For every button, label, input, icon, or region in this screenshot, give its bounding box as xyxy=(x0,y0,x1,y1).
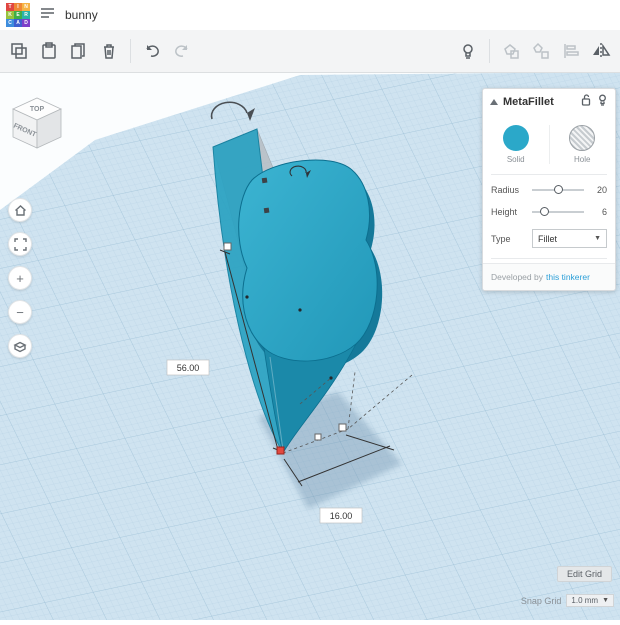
tinkercad-logo[interactable]: TIN KER CAD xyxy=(6,3,30,27)
radius-slider[interactable] xyxy=(532,185,584,194)
collapse-panel-icon[interactable] xyxy=(490,99,498,105)
solid-hole-selector: Solid Hole xyxy=(483,115,615,170)
hole-swatch[interactable] xyxy=(569,125,596,151)
shape-inspector-panel: MetaFillet Solid Hole Radius 20 Height 6 xyxy=(482,88,616,291)
snap-grid-dropdown[interactable]: 1.0 mm ▼ xyxy=(566,594,614,607)
zoom-in-button[interactable]: + xyxy=(8,266,32,290)
view-cube[interactable]: TOP FRONT xyxy=(8,92,66,159)
menu-list-icon[interactable] xyxy=(40,6,55,24)
height-slider[interactable] xyxy=(532,207,584,216)
hole-option[interactable]: Hole xyxy=(548,125,616,164)
flip-mirror-icon[interactable] xyxy=(588,38,614,64)
radius-row: Radius 20 xyxy=(491,185,607,195)
fit-view-button[interactable] xyxy=(8,232,32,256)
chevron-down-icon: ▼ xyxy=(602,597,609,604)
home-view-button[interactable] xyxy=(8,198,32,222)
panel-header: MetaFillet xyxy=(483,89,615,115)
toolbar-separator xyxy=(489,39,490,63)
height-value[interactable]: 6 xyxy=(591,207,607,217)
show-all-icon[interactable] xyxy=(455,38,481,64)
delete-icon[interactable] xyxy=(96,38,122,64)
undo-icon[interactable] xyxy=(139,38,165,64)
snap-grid-row: Snap Grid 1.0 mm ▼ xyxy=(521,594,614,607)
dimension-label-horizontal[interactable]: 16.00 xyxy=(319,507,363,524)
zoom-out-button[interactable]: − xyxy=(8,300,32,324)
radius-value[interactable]: 20 xyxy=(591,185,607,195)
edge-handle[interactable] xyxy=(261,177,268,184)
hide-lightbulb-icon[interactable] xyxy=(597,93,608,111)
design-title[interactable]: bunny xyxy=(65,8,98,22)
height-row: Height 6 xyxy=(491,207,607,217)
snap-grid-label: Snap Grid xyxy=(520,595,562,606)
svg-text:TOP: TOP xyxy=(30,106,45,113)
top-bar: TIN KER CAD bunny xyxy=(0,0,620,30)
paste-icon[interactable] xyxy=(36,38,62,64)
developer-link[interactable]: this tinkerer xyxy=(546,272,590,282)
dimension-label-vertical[interactable]: 56.00 xyxy=(166,359,210,376)
body-top-face xyxy=(238,159,378,363)
copy-icon[interactable] xyxy=(6,38,32,64)
edge-handle[interactable] xyxy=(263,207,270,214)
main-toolbar xyxy=(0,30,620,73)
scale-handle[interactable] xyxy=(223,242,232,251)
radius-slider-thumb[interactable] xyxy=(553,185,563,194)
panel-footer: Developed by this tinkerer xyxy=(483,263,615,290)
scale-handle[interactable] xyxy=(338,423,347,432)
type-dropdown[interactable]: Fillet ▼ xyxy=(532,229,607,248)
svg-text:16.00: 16.00 xyxy=(330,511,353,521)
solid-option[interactable]: Solid xyxy=(483,125,549,164)
svg-text:56.00: 56.00 xyxy=(177,363,200,373)
perspective-toggle-button[interactable] xyxy=(8,334,32,358)
divider xyxy=(491,174,607,175)
chevron-down-icon: ▼ xyxy=(594,235,601,242)
active-corner-handle[interactable] xyxy=(276,446,285,455)
duplicate-icon[interactable] xyxy=(66,38,92,64)
divider xyxy=(491,258,607,259)
type-row: Type Fillet ▼ xyxy=(483,223,615,254)
toolbar-separator xyxy=(130,39,131,63)
ungroup-icon[interactable] xyxy=(528,38,554,64)
group-icon[interactable] xyxy=(498,38,524,64)
redo-icon[interactable] xyxy=(169,38,195,64)
scale-handle[interactable] xyxy=(314,433,322,441)
height-slider-thumb[interactable] xyxy=(540,207,550,216)
lock-icon[interactable] xyxy=(581,93,592,111)
solid-swatch[interactable] xyxy=(502,125,529,151)
shape-name: MetaFillet xyxy=(503,96,554,108)
edit-grid-button[interactable]: Edit Grid xyxy=(556,566,612,582)
align-icon[interactable] xyxy=(558,38,584,64)
